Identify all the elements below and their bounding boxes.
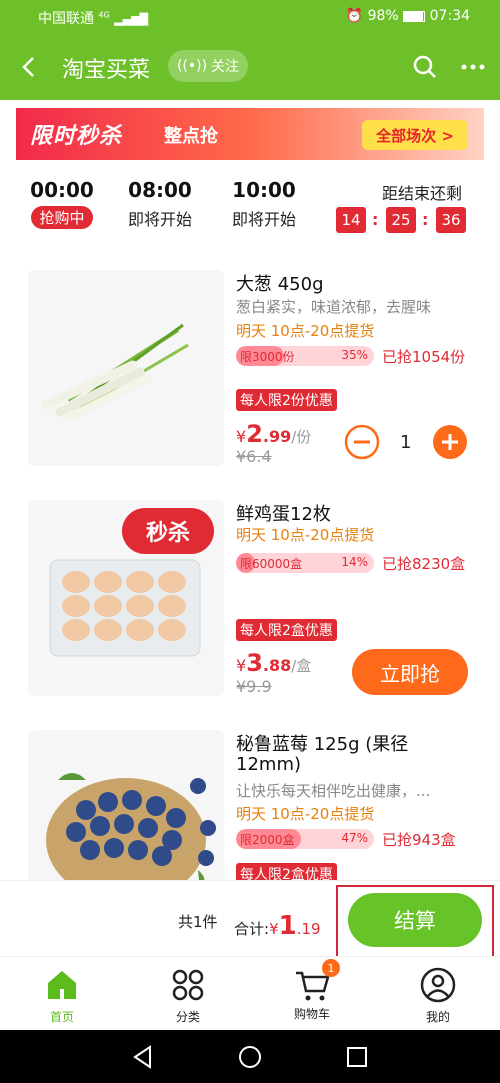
session-0800[interactable]: 08:00 即将开始 <box>110 178 210 230</box>
home-icon <box>48 971 76 999</box>
delivery-time: 明天 10点-20点提货 <box>236 322 375 340</box>
sold-count: 已抢943盒 <box>382 831 456 849</box>
original-price: ¥6.4 <box>236 447 272 466</box>
follow-button[interactable]: ((•)) 关注 <box>168 50 248 82</box>
promo-badge: 每人限2盒优惠 <box>236 863 337 880</box>
session-1000[interactable]: 10:00 即将开始 <box>214 178 314 230</box>
countdown-hours: 14 <box>336 207 366 233</box>
carrier-label: 中国联通 4G ▂▄▆█ <box>38 10 149 27</box>
flash-sale-logo: 限时秒杀 <box>30 124 123 149</box>
banner-subtitle: 整点抢 <box>164 126 218 147</box>
product-name-line1: 秘鲁蓝莓 125g (果径 <box>236 734 409 755</box>
product-name: 大葱 450g <box>236 274 324 295</box>
increase-button[interactable] <box>432 424 468 460</box>
countdown-minutes: 25 <box>386 207 416 233</box>
bottom-tab-bar: 首页 分类 1 购物车 我的 <box>0 956 500 1030</box>
nav-recent-icon[interactable] <box>344 1044 370 1070</box>
product-name: 鲜鸡蛋12枚 <box>236 504 331 525</box>
promo-badge: 每人限2盒优惠 <box>236 619 337 641</box>
promo-badge: 每人限2份优惠 <box>236 389 337 411</box>
back-icon[interactable] <box>14 52 44 82</box>
eggs-image: 秒杀 <box>28 500 224 696</box>
grab-now-button[interactable]: 立即抢 <box>352 649 468 695</box>
sold-count: 已抢1054份 <box>382 348 466 366</box>
status-right: ⏰ 98% 07:34 <box>345 8 470 24</box>
tab-mine[interactable]: 我的 <box>398 965 478 1025</box>
price: ¥3.88/盒 <box>236 649 312 677</box>
delivery-time: 明天 10点-20点提货 <box>236 526 375 544</box>
checkout-bar: 共1件 合计:¥1.19 结算 <box>0 880 500 963</box>
cart-badge: 1 <box>322 959 340 977</box>
quantity-value: 1 <box>400 432 412 453</box>
product-desc: 让快乐每天相伴吃出健康，... <box>236 782 431 800</box>
main-content: 限时秒杀 整点抢 全部场次 > 00:00 抢购中 08:00 即将开始 10:… <box>0 100 500 880</box>
signal-icon: ((•)) <box>176 58 208 74</box>
more-icon[interactable] <box>458 52 488 82</box>
nav-home-icon[interactable] <box>237 1044 263 1070</box>
product-desc: 葱白紧实，味道浓郁，去腥味 <box>236 298 432 316</box>
status-badge: 抢购中 <box>31 206 93 229</box>
product-name-line2: 12mm) <box>236 754 301 775</box>
profile-icon <box>420 967 456 1003</box>
system-nav-bar <box>0 1030 500 1083</box>
search-icon[interactable] <box>410 52 440 82</box>
item-count: 共1件 <box>178 913 218 931</box>
price: ¥2.99/份 <box>236 420 312 448</box>
blueberry-image <box>28 730 224 880</box>
stock-progress: 限3000份 35% <box>236 346 374 366</box>
tab-cart[interactable]: 1 购物车 <box>272 959 352 1022</box>
stock-progress: 限2000盒 47% <box>236 829 374 849</box>
original-price: ¥9.9 <box>236 677 272 696</box>
sold-count: 已抢8230盒 <box>382 555 466 573</box>
app-header: 淘宝买菜 ((•)) 关注 <box>0 34 500 100</box>
total-price: 合计:¥1.19 <box>234 911 321 941</box>
scallion-image <box>28 270 224 466</box>
flash-sale-banner: 限时秒杀 整点抢 全部场次 > <box>16 108 484 160</box>
all-sessions-button[interactable]: 全部场次 > <box>362 120 468 150</box>
session-0000[interactable]: 00:00 抢购中 <box>12 178 112 229</box>
delivery-time: 明天 10点-20点提货 <box>236 805 375 823</box>
highlight-box <box>336 885 494 963</box>
page-title: 淘宝买菜 <box>62 58 151 83</box>
tab-home[interactable]: 首页 <box>22 965 102 1025</box>
countdown-label: 距结束还剩 <box>382 184 463 203</box>
stock-progress: 限60000盒 14% <box>236 553 374 573</box>
decrease-button[interactable] <box>344 424 380 460</box>
status-bar: 中国联通 4G ▂▄▆█ ⏰ 98% 07:34 <box>0 0 500 34</box>
countdown-seconds: 36 <box>436 207 466 233</box>
category-icon <box>172 969 204 1001</box>
flash-badge: 秒杀 <box>122 508 214 554</box>
nav-back-icon[interactable] <box>130 1044 156 1070</box>
tab-category[interactable]: 分类 <box>148 965 228 1025</box>
